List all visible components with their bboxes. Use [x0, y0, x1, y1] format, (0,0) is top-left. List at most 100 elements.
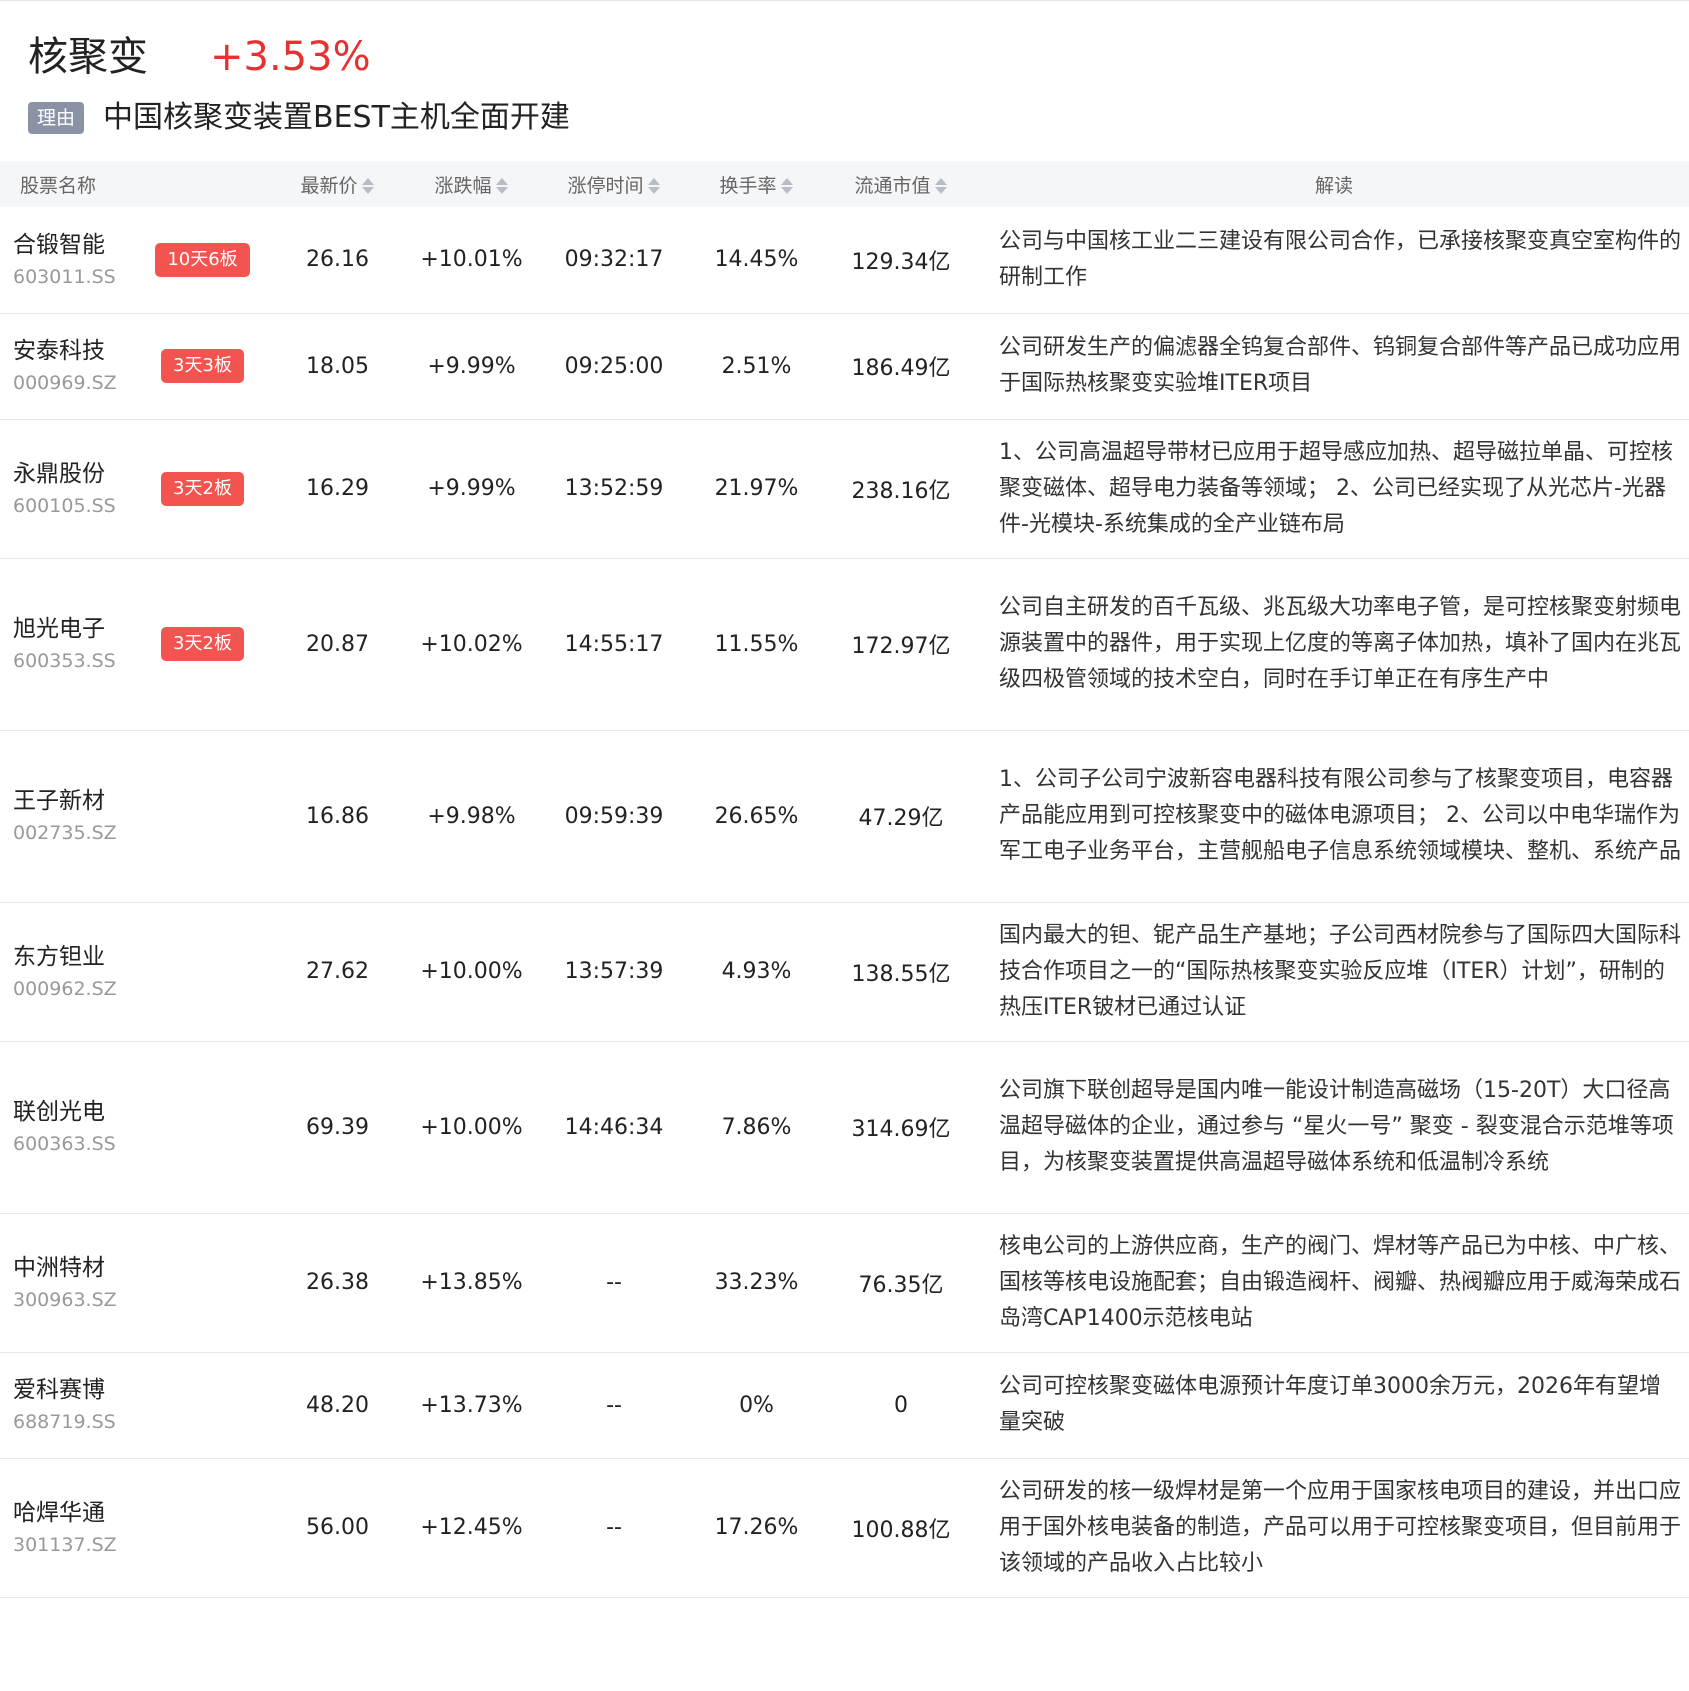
stock-name-cell[interactable]: 联创光电 600363.SS [0, 1041, 135, 1213]
note-cell: 核电公司的上游供应商，生产的阀门、焊材等产品已为中核、中广核、国核等核电设施配套… [999, 1233, 1682, 1331]
limit-time-cell: -- [606, 1270, 622, 1295]
limit-up-badge: 3天3板 [161, 349, 244, 383]
stock-name[interactable]: 中洲特材 [13, 1251, 135, 1285]
table-row[interactable]: 中洲特材 300963.SZ 26.38 +13.85% -- 33.23% 76… [0, 1213, 1689, 1352]
market-cap-cell: 47.29亿 [858, 806, 944, 831]
market-cap-cell: 138.55亿 [851, 961, 951, 987]
badge-cell [135, 730, 270, 902]
stock-name-cell[interactable]: 哈焊华通 301137.SZ [0, 1458, 135, 1597]
stock-name[interactable]: 王子新材 [13, 784, 135, 818]
stock-name-cell[interactable]: 安泰科技 000969.SZ [0, 313, 135, 419]
stock-code: 603011.SS [13, 265, 116, 288]
stock-name-cell[interactable]: 合锻智能 603011.SS [0, 207, 135, 313]
table-row[interactable]: 永鼎股份 600105.SS 3天2板 16.29 +9.99% 13:52:59… [0, 419, 1689, 558]
price-cell: 26.16 [306, 247, 369, 273]
note-cell: 公司自主研发的百千瓦级、兆瓦级大功率电子管，是可控核聚变射频电源装置中的器件，用… [999, 595, 1682, 692]
turnover-cell: 21.97% [714, 476, 799, 501]
market-cap-cell: 186.49亿 [851, 356, 951, 381]
reason-text: 中国核聚变装置BEST主机全面开建 [103, 100, 570, 135]
header-change[interactable]: 涨跌幅 [405, 161, 538, 207]
badge-cell [135, 1352, 270, 1458]
stock-name-cell[interactable]: 永鼎股份 600105.SS [0, 419, 135, 558]
price-cell: 16.29 [306, 476, 369, 501]
change-cell: +13.85% [420, 1270, 523, 1295]
price-cell: 16.86 [306, 803, 369, 829]
stock-code: 300963.SZ [13, 1288, 117, 1311]
header-market-cap[interactable]: 流通市值 [823, 161, 979, 207]
table-row[interactable]: 旭光电子 600353.SS 3天2板 20.87 +10.02% 14:55:1… [0, 558, 1689, 730]
badge-cell: 3天2板 [135, 558, 270, 730]
stock-name[interactable]: 旭光电子 [13, 612, 135, 646]
limit-time-cell: 13:57:39 [564, 959, 664, 984]
note-cell: 1、公司子公司宁波新容电器科技有限公司参与了核聚变项目，电容器产品能应用到可控核… [999, 767, 1682, 864]
sort-icon[interactable] [934, 176, 948, 196]
sort-icon[interactable] [495, 176, 509, 196]
stock-name[interactable]: 联创光电 [13, 1095, 135, 1129]
stock-name-cell[interactable]: 东方钽业 000962.SZ [0, 902, 135, 1041]
stock-code: 600363.SS [13, 1133, 116, 1155]
stock-code: 600105.SS [13, 494, 116, 517]
table-row[interactable]: 安泰科技 000969.SZ 3天3板 18.05 +9.99% 09:25:00… [0, 313, 1689, 419]
note-cell: 公司旗下联创超导是国内唯一能设计制造高磁场（15-20T）大口径高温超导磁体的企… [999, 1078, 1674, 1175]
badge-cell [135, 1213, 270, 1352]
change-cell: +12.45% [420, 1515, 523, 1540]
market-cap-cell: 238.16亿 [851, 478, 951, 504]
turnover-cell: 7.86% [721, 1114, 792, 1140]
turnover-cell: 17.26% [714, 1515, 799, 1540]
stock-name[interactable]: 合锻智能 [13, 228, 135, 262]
note-cell: 公司研发生产的偏滤器全钨复合部件、钨铜复合部件等产品已成功应用于国际热核聚变实验… [999, 335, 1682, 396]
stock-name-cell[interactable]: 爱科赛博 688719.SS [0, 1352, 135, 1458]
header-limit-time[interactable]: 涨停时间 [538, 161, 690, 207]
stock-name-cell[interactable]: 王子新材 002735.SZ [0, 730, 135, 902]
header-price[interactable]: 最新价 [270, 161, 405, 207]
change-cell: +9.99% [427, 476, 516, 501]
badge-cell: 10天6板 [135, 207, 270, 313]
limit-up-badge: 10天6板 [155, 242, 250, 277]
turnover-cell: 33.23% [714, 1270, 799, 1295]
note-cell: 国内最大的钽、铌产品生产基地；子公司西材院参与了国际四大国际科技合作项目之一的“… [999, 922, 1682, 1020]
market-cap-cell: 100.88亿 [851, 1517, 951, 1543]
change-cell: +10.00% [420, 959, 523, 984]
turnover-cell: 4.93% [721, 959, 792, 984]
turnover-cell: 11.55% [714, 631, 799, 657]
note-cell: 公司与中国核工业二三建设有限公司合作，已承接核聚变真空室构件的研制工作 [999, 228, 1682, 290]
table-row[interactable]: 王子新材 002735.SZ 16.86 +9.98% 09:59:39 26.6… [0, 730, 1689, 902]
stock-name[interactable]: 东方钽业 [13, 940, 135, 974]
stock-name-cell[interactable]: 旭光电子 600353.SS [0, 558, 135, 730]
table-header-row: 股票名称 最新价 涨跌幅 涨停时间 换手率 流通市值 解读 [0, 161, 1689, 207]
limit-time-cell: 09:32:17 [564, 247, 664, 273]
market-cap-cell: 76.35亿 [858, 1272, 944, 1298]
limit-time-cell: -- [606, 1515, 622, 1540]
stock-name[interactable]: 永鼎股份 [13, 457, 135, 491]
limit-time-cell: 14:55:17 [564, 631, 664, 657]
sort-icon[interactable] [647, 176, 661, 196]
limit-time-cell: 13:52:59 [564, 476, 664, 501]
header-turnover[interactable]: 换手率 [690, 161, 823, 207]
market-cap-cell: 172.97亿 [851, 634, 951, 659]
stock-code: 600353.SS [13, 650, 116, 672]
sort-icon[interactable] [361, 176, 375, 196]
market-cap-cell: 314.69亿 [851, 1117, 951, 1142]
table-row[interactable]: 合锻智能 603011.SS 10天6板 26.16 +10.01% 09:32:… [0, 207, 1689, 313]
stock-name-cell[interactable]: 中洲特材 300963.SZ [0, 1213, 135, 1352]
limit-up-badge: 3天2板 [161, 627, 244, 661]
table-row[interactable]: 爱科赛博 688719.SS 48.20 +13.73% -- 0% 0 公司可控… [0, 1352, 1689, 1458]
sector-title: 核聚变 [28, 34, 148, 80]
table-row[interactable]: 哈焊华通 301137.SZ 56.00 +12.45% -- 17.26% 10… [0, 1458, 1689, 1597]
table-row[interactable]: 联创光电 600363.SS 69.39 +10.00% 14:46:34 7.8… [0, 1041, 1689, 1213]
sort-icon[interactable] [780, 176, 794, 196]
badge-cell [135, 1458, 270, 1597]
stock-name[interactable]: 爱科赛博 [13, 1373, 135, 1407]
price-cell: 69.39 [306, 1114, 369, 1140]
note-cell: 公司可控核聚变磁体电源预计年度订单3000余万元，2026年有望增量突破 [999, 1374, 1661, 1435]
table-row[interactable]: 东方钽业 000962.SZ 27.62 +10.00% 13:57:39 4.9… [0, 902, 1689, 1041]
limit-time-cell: 09:25:00 [564, 353, 664, 379]
stock-name[interactable]: 安泰科技 [13, 334, 135, 368]
price-cell: 56.00 [306, 1515, 369, 1540]
price-cell: 20.87 [306, 631, 369, 657]
header-note: 解读 [1315, 174, 1354, 197]
stock-code: 002735.SZ [13, 822, 117, 844]
stock-code: 301137.SZ [13, 1533, 117, 1556]
turnover-cell: 0% [739, 1392, 774, 1418]
stock-name[interactable]: 哈焊华通 [13, 1496, 135, 1530]
